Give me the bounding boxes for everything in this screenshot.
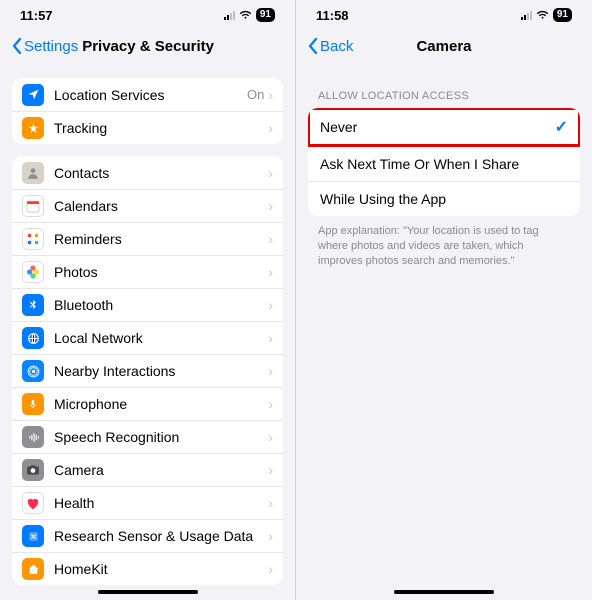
row-label: Nearby Interactions [54,363,268,379]
chevron-right-icon: › [268,88,273,102]
row-label: Health [54,495,268,511]
option-label: While Using the App [320,191,446,207]
status-bar: 11:57 91 [0,0,295,30]
settings-row-research[interactable]: Research Sensor & Usage Data› [12,519,283,552]
row-label: Local Network [54,330,268,346]
row-value: On [247,87,264,102]
settings-row-location[interactable]: Location ServicesOn › [12,78,283,111]
settings-row-localnetwork[interactable]: Local Network› [12,321,283,354]
localnetwork-icon [22,327,44,349]
row-label: Microphone [54,396,268,412]
status-indicators: 91 [521,8,572,22]
footer-explanation: App explanation: "Your location is used … [318,224,570,269]
settings-group-privacy-items: Contacts›Calendars›Reminders›Photos›Blue… [12,156,283,585]
checkmark-icon: ✓ [555,117,568,137]
chevron-left-icon [12,38,21,54]
reminders-icon [22,228,44,250]
back-label: Back [320,38,353,55]
section-header: Allow Location Access [318,90,570,102]
battery-level: 91 [256,8,275,22]
screen-privacy-security: 11:57 91 Settings Privacy & Security Loc… [0,0,296,600]
chevron-right-icon: › [268,496,273,510]
option-label: Never [320,119,357,135]
page-title: Privacy & Security [82,38,214,55]
nearby-icon [22,360,44,382]
chevron-right-icon: › [268,331,273,345]
settings-row-camera[interactable]: Camera› [12,453,283,486]
chevron-left-icon [308,38,317,54]
row-label: Calendars [54,198,268,214]
chevron-right-icon: › [268,397,273,411]
back-label: Settings [24,38,78,55]
research-icon [22,525,44,547]
health-icon [22,492,44,514]
home-indicator [394,590,494,594]
chevron-right-icon: › [268,265,273,279]
status-time: 11:57 [20,8,53,23]
cellular-icon [224,10,235,20]
wifi-icon [239,10,252,20]
location-option[interactable]: Never ✓ [308,108,580,146]
cellular-icon [521,10,532,20]
settings-row-homekit[interactable]: HomeKit› [12,552,283,585]
bluetooth-icon [22,294,44,316]
option-label: Ask Next Time Or When I Share [320,156,519,172]
settings-row-bluetooth[interactable]: Bluetooth› [12,288,283,321]
location-icon [22,84,44,106]
chevron-right-icon: › [268,430,273,444]
chevron-right-icon: › [268,298,273,312]
chevron-right-icon: › [268,463,273,477]
location-option[interactable]: While Using the App [308,181,580,216]
status-bar: 11:58 91 [296,0,592,30]
row-label: Reminders [54,231,268,247]
settings-row-microphone[interactable]: Microphone› [12,387,283,420]
photos-icon [22,261,44,283]
chevron-right-icon: › [268,232,273,246]
chevron-right-icon: › [268,529,273,543]
row-label: Contacts [54,165,268,181]
settings-row-tracking[interactable]: Tracking› [12,111,283,144]
status-time: 11:58 [316,8,349,23]
calendars-icon [22,195,44,217]
row-label: Bluetooth [54,297,268,313]
wifi-icon [536,10,549,20]
settings-row-speech[interactable]: Speech Recognition› [12,420,283,453]
row-label: Tracking [54,120,268,136]
back-button[interactable]: Settings [12,38,78,55]
chevron-right-icon: › [268,562,273,576]
row-label: Research Sensor & Usage Data [54,528,268,544]
settings-row-photos[interactable]: Photos› [12,255,283,288]
settings-group-location: Location ServicesOn›Tracking› [12,78,283,144]
contacts-icon [22,162,44,184]
camera-icon [22,459,44,481]
settings-row-nearby[interactable]: Nearby Interactions› [12,354,283,387]
nav-bar: Settings Privacy & Security [0,30,295,62]
speech-icon [22,426,44,448]
row-label: Photos [54,264,268,280]
row-label: Camera [54,462,268,478]
screen-camera-location: 11:58 91 Back Camera Allow Location Acce… [296,0,592,600]
row-label: Speech Recognition [54,429,268,445]
chevron-right-icon: › [268,166,273,180]
chevron-right-icon: › [268,364,273,378]
chevron-right-icon: › [268,199,273,213]
homekit-icon [22,558,44,580]
settings-row-health[interactable]: Health› [12,486,283,519]
settings-row-contacts[interactable]: Contacts› [12,156,283,189]
nav-bar: Back Camera [296,30,592,62]
battery-level: 91 [553,8,572,22]
chevron-right-icon: › [268,121,273,135]
location-option[interactable]: Ask Next Time Or When I Share [308,146,580,181]
row-label: HomeKit [54,561,268,577]
tracking-icon [22,117,44,139]
status-indicators: 91 [224,8,275,22]
row-label: Location Services [54,87,247,103]
back-button[interactable]: Back [308,38,353,55]
microphone-icon [22,393,44,415]
location-access-options: Never ✓ Ask Next Time Or When I Share While… [308,108,580,216]
home-indicator [98,590,198,594]
settings-row-calendars[interactable]: Calendars› [12,189,283,222]
settings-row-reminders[interactable]: Reminders› [12,222,283,255]
